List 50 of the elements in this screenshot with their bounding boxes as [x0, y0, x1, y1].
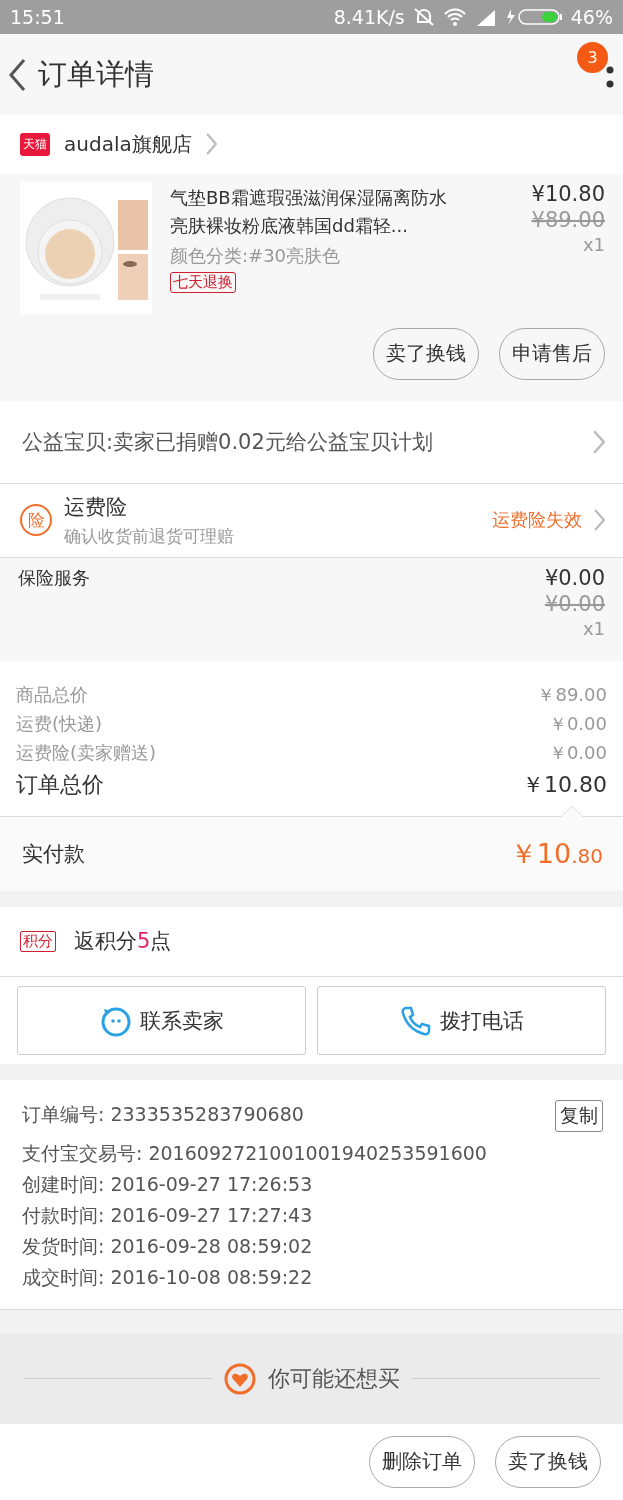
- product-price: ¥10.80: [531, 181, 605, 206]
- order-total-value: ￥10.80: [522, 770, 607, 799]
- service-quantity: x1: [582, 617, 605, 639]
- product-variant: 颜色分类:#30亮肤色: [170, 243, 342, 268]
- insurance-icon: 险: [20, 504, 52, 537]
- order-info-line: 发货时间: 2016-09-28 08:59:02: [22, 1234, 313, 1260]
- fee-label: 运费险(卖家赠送): [16, 740, 157, 765]
- order-info-line: 支付宝交易号: 2016092721001001940253591600: [22, 1141, 487, 1167]
- shop-name[interactable]: audala旗舰店: [64, 130, 192, 158]
- chevron-right-icon: [205, 133, 217, 156]
- paid-amount: ￥10.80: [509, 836, 603, 871]
- order-info-line: 成交时间: 2016-10-08 08:59:22: [22, 1265, 313, 1291]
- page-title: 订单详情: [38, 55, 154, 93]
- service-name: 保险服务: [18, 565, 90, 590]
- battery-icon: [504, 8, 563, 27]
- product-quantity: x1: [582, 233, 605, 255]
- muted-bell-icon: [412, 7, 435, 28]
- chevron-right-icon: [594, 509, 605, 532]
- service-original-price: ¥0.00: [544, 591, 605, 616]
- order-info-line: 订单编号: 2333535283790680: [22, 1102, 304, 1128]
- service-price: ¥0.00: [544, 565, 605, 590]
- points-reward: 返积分5点: [74, 928, 172, 956]
- product-title[interactable]: 气垫BB霜遮瑕强滋润保湿隔离防水亮肤裸妆粉底液韩国dd霜轻...: [170, 183, 458, 240]
- phone-icon: [399, 1004, 432, 1037]
- tmall-badge: 天猫: [20, 132, 50, 156]
- points-tag: 积分: [20, 930, 56, 952]
- paid-label: 实付款: [22, 840, 85, 868]
- order-info-line: 创建时间: 2016-09-27 17:26:53: [22, 1172, 313, 1198]
- status-time: 15:51: [10, 6, 65, 29]
- wifi-icon: [442, 8, 467, 27]
- network-speed: 8.41K/s: [333, 6, 405, 29]
- return-policy-tag: 七天退换: [170, 271, 236, 293]
- original-price: ¥89.00: [531, 207, 605, 232]
- contact-button[interactable]: 联系卖家: [17, 986, 306, 1056]
- fee-value: ￥0.00: [548, 740, 607, 765]
- fee-label: 商品总价: [16, 682, 88, 707]
- notification-badge: 3: [577, 42, 608, 74]
- insurance-title: 运费险: [64, 493, 128, 521]
- battery-percent: 46%: [570, 6, 613, 29]
- order-total-label: 订单总价: [16, 770, 104, 799]
- fee-value: ￥89.00: [537, 682, 607, 707]
- insurance-subtitle: 确认收货前退货可理赔: [64, 524, 235, 548]
- fee-label: 运费(快递): [16, 711, 103, 736]
- contact-button[interactable]: 拨打电话: [317, 986, 606, 1056]
- fee-value: ￥0.00: [548, 711, 607, 736]
- recommend-title: 你可能还想买: [267, 1364, 400, 1393]
- chevron-right-icon: [593, 429, 605, 454]
- copy-button[interactable]: 复制: [555, 1100, 603, 1133]
- back-icon[interactable]: [8, 57, 26, 92]
- order-info-line: 付款时间: 2016-09-27 17:27:43: [22, 1203, 313, 1229]
